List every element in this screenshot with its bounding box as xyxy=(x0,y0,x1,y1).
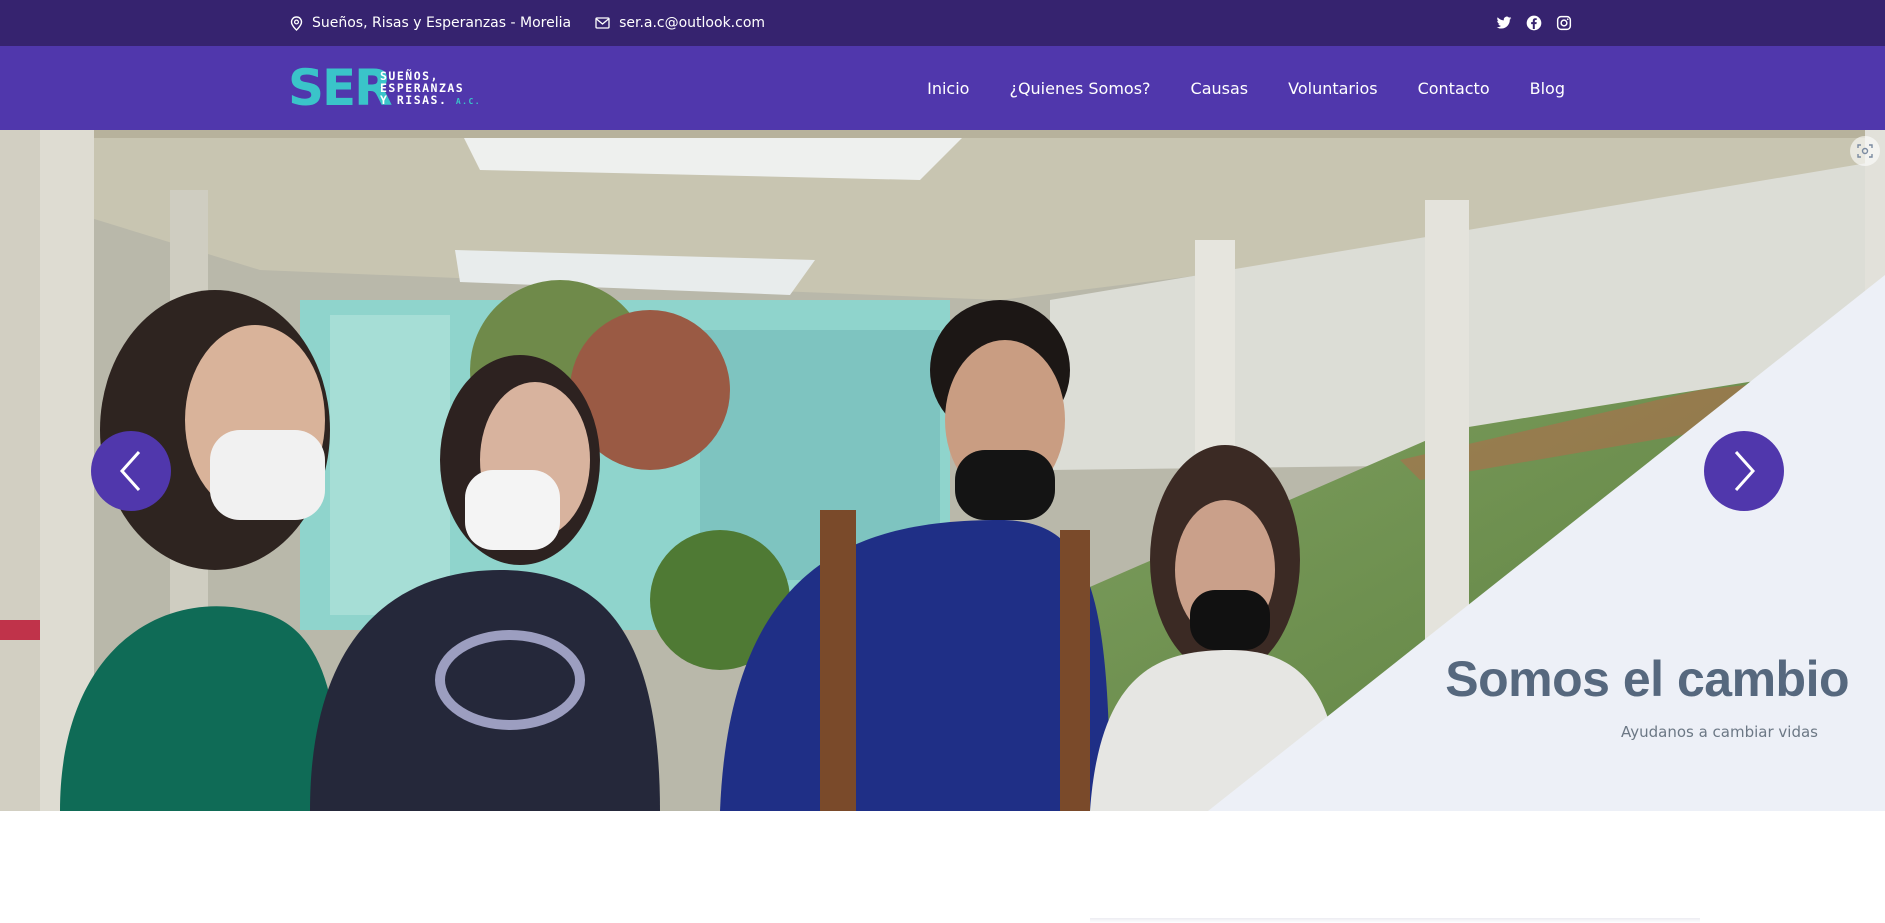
site-logo[interactable]: SER SUEÑOS, ESPERANZAS Y RISAS. A.C. xyxy=(288,59,500,118)
email-info[interactable]: ser.a.c@outlook.com xyxy=(595,15,765,31)
instagram-icon[interactable] xyxy=(1556,15,1572,31)
facebook-icon[interactable] xyxy=(1526,15,1542,31)
nav-causas[interactable]: Causas xyxy=(1191,79,1249,98)
nav-contacto[interactable]: Contacto xyxy=(1418,79,1490,98)
section-edge xyxy=(1090,918,1700,923)
chevron-right-icon xyxy=(1734,450,1756,492)
envelope-icon xyxy=(595,17,610,29)
twitter-icon[interactable] xyxy=(1496,15,1512,31)
email-link[interactable]: ser.a.c@outlook.com xyxy=(619,15,765,31)
logo-suffix: A.C. xyxy=(455,97,482,106)
nav-voluntarios[interactable]: Voluntarios xyxy=(1288,79,1377,98)
social-links xyxy=(1496,15,1572,31)
logo-mark: SER xyxy=(288,59,393,117)
fullscreen-icon[interactable] xyxy=(1850,136,1880,166)
hero-title: Somos el cambio xyxy=(1445,651,1849,707)
top-info-bar: Sueños, Risas y Esperanzas - Morelia ser… xyxy=(0,0,1885,46)
chevron-left-icon xyxy=(119,450,141,492)
hero-subtitle: Ayudanos a cambiar vidas xyxy=(1620,723,1818,741)
map-pin-icon xyxy=(290,15,303,31)
hero-photo xyxy=(0,130,1885,811)
nav-inicio[interactable]: Inicio xyxy=(927,79,969,98)
nav-quienes-somos[interactable]: ¿Quienes Somos? xyxy=(1009,79,1150,98)
main-menu: Inicio ¿Quienes Somos? Causas Voluntario… xyxy=(887,46,1565,130)
slider-prev-button[interactable] xyxy=(91,431,171,511)
location-info: Sueños, Risas y Esperanzas - Morelia xyxy=(290,15,571,31)
slider-next-button[interactable] xyxy=(1704,431,1784,511)
nav-blog[interactable]: Blog xyxy=(1530,79,1565,98)
location-text: Sueños, Risas y Esperanzas - Morelia xyxy=(312,15,572,31)
logo-tagline: SUEÑOS, ESPERANZAS Y RISAS. A.C. xyxy=(380,70,500,108)
hero-slider: Somos el cambio Ayudanos a cambiar vidas xyxy=(0,130,1885,811)
logo-line-3: Y RISAS. xyxy=(380,93,448,107)
